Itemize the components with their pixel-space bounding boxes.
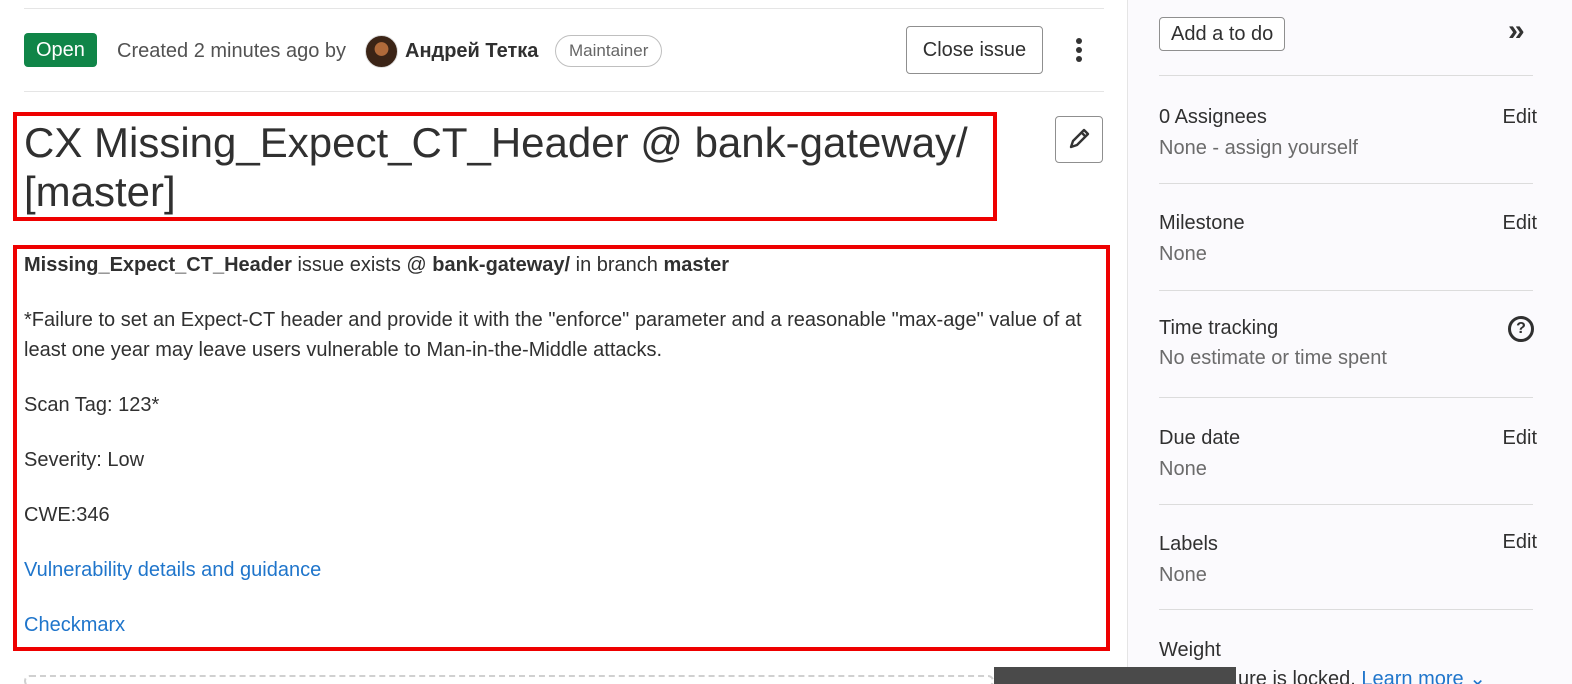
header-divider: [24, 91, 1104, 92]
severity: Severity: Low: [24, 449, 145, 471]
edit-title-button[interactable]: [1055, 116, 1103, 163]
checkmarx-link[interactable]: Checkmarx: [24, 614, 125, 636]
sidebar-divider: [1159, 183, 1533, 184]
description-paragraph: *Failure to set an Expect-CT header and …: [24, 309, 1082, 361]
exists-text: issue exists @: [291, 254, 433, 276]
avatar[interactable]: [365, 35, 398, 68]
sidebar-divider: [1159, 504, 1533, 505]
related-issues-placeholder: [24, 675, 994, 684]
branch-name: master: [663, 254, 730, 276]
issue-title: CX Missing_Expect_CT_Header @ bank-gatew…: [24, 119, 968, 215]
time-tracking-value: No estimate or time spent: [1159, 347, 1387, 369]
issue-header: Open Created 2 minutes ago by Андрей Тет…: [24, 26, 1104, 76]
sidebar-divider: [1159, 397, 1533, 398]
role-badge: Maintainer: [555, 35, 663, 67]
weight-title: Weight: [1159, 639, 1221, 661]
issue-main: Open Created 2 minutes ago by Андрей Тет…: [0, 0, 1127, 684]
time-tracking-title: Time tracking: [1159, 317, 1279, 339]
sidebar-divider: [1159, 75, 1533, 76]
sidebar-divider: [1159, 290, 1533, 291]
query-name: Missing_Expect_CT_Header: [24, 254, 292, 276]
learn-more-link[interactable]: Learn more: [1361, 668, 1463, 684]
scan-tag: Scan Tag: 123*: [24, 394, 160, 416]
milestone-edit-button[interactable]: Edit: [1503, 212, 1537, 235]
labels-title: Labels: [1159, 533, 1218, 555]
created-text: Created 2 minutes ago by: [117, 40, 347, 62]
assignees-title: 0 Assignees: [1159, 106, 1267, 128]
weight-locked-notice: ure is locked. Learn more ⌄: [1238, 666, 1486, 684]
cwe: CWE:346: [24, 504, 110, 526]
due-date-edit-button[interactable]: Edit: [1503, 427, 1537, 450]
vulnerability-details-link[interactable]: Vulnerability details and guidance: [24, 559, 321, 581]
chevron-down-icon: ⌄: [1469, 668, 1487, 684]
due-date-title: Due date: [1159, 427, 1241, 449]
author-link[interactable]: Андрей Тетка: [405, 26, 538, 76]
add-todo-button[interactable]: Add a to do: [1159, 17, 1286, 51]
close-issue-button[interactable]: Close issue: [906, 26, 1043, 74]
weight-locked-text: ure is locked.: [1238, 668, 1356, 684]
toast-overlay: [994, 667, 1236, 684]
status-badge: Open: [24, 33, 97, 67]
description-summary: Missing_Expect_CT_Header issue exists @ …: [24, 250, 1104, 280]
labels-value: None: [1159, 564, 1207, 586]
milestone-value: None: [1159, 243, 1207, 265]
labels-edit-button[interactable]: Edit: [1503, 531, 1537, 554]
collapse-sidebar-icon[interactable]: »: [1508, 16, 1538, 48]
milestone-title: Milestone: [1159, 212, 1245, 234]
assignees-value[interactable]: None - assign yourself: [1159, 137, 1358, 160]
more-actions-icon[interactable]: [1068, 32, 1090, 68]
assignees-edit-button[interactable]: Edit: [1503, 106, 1537, 129]
sidebar-divider: [1159, 609, 1533, 610]
branch-text: in branch: [570, 254, 664, 276]
project-name: bank-gateway/: [432, 254, 571, 276]
help-icon[interactable]: ?: [1508, 316, 1534, 342]
top-divider: [24, 8, 1104, 9]
due-date-value: None: [1159, 458, 1207, 480]
issue-sidebar: Add a to do » 0 Assignees Edit None - as…: [1127, 0, 1572, 684]
pencil-icon: [1069, 128, 1090, 149]
